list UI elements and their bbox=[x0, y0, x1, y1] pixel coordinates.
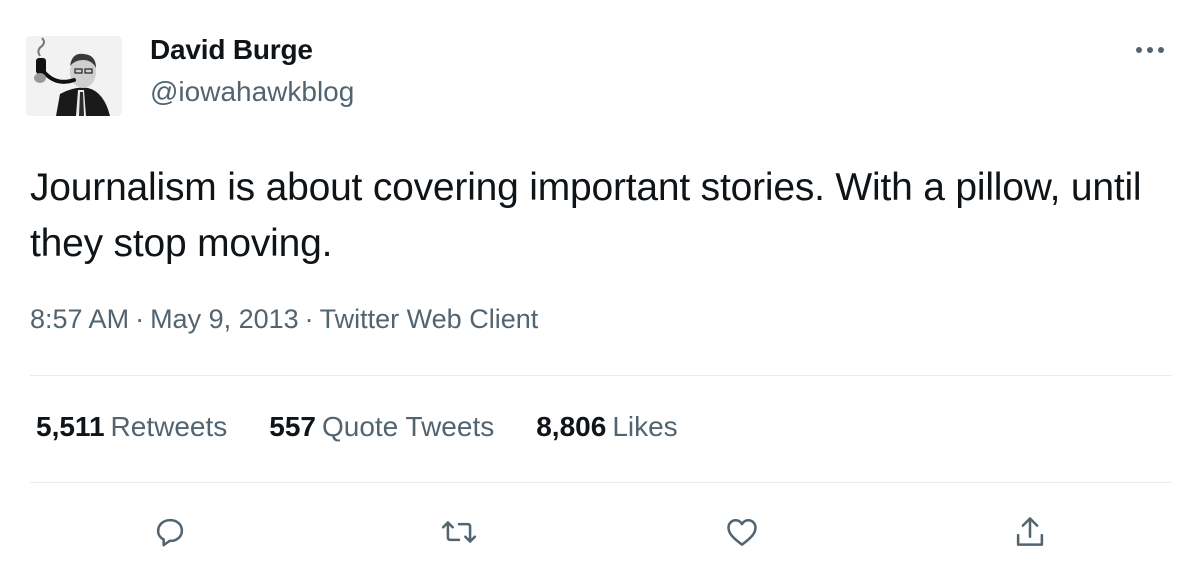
tweet-stats: 5,511 Retweets 557 Quote Tweets 8,806 Likes bbox=[36, 411, 720, 443]
tweet-text: Journalism is about covering important s… bbox=[30, 166, 1142, 265]
tweet-meta: 8:57 AM · May 9, 2013 · Twitter Web Client bbox=[30, 304, 538, 335]
stat-likes[interactable]: 8,806 Likes bbox=[536, 411, 677, 443]
tweet-client[interactable]: Twitter Web Client bbox=[320, 304, 539, 334]
share-icon bbox=[1016, 517, 1044, 546]
tweet-date[interactable]: May 9, 2013 bbox=[150, 304, 299, 334]
divider bbox=[30, 482, 1172, 483]
heart-icon bbox=[727, 519, 757, 546]
stat-label: Retweets bbox=[110, 411, 228, 442]
retweet-icon bbox=[441, 521, 477, 543]
author-handle[interactable]: @iowahawkblog bbox=[150, 76, 354, 108]
stat-quote-tweets[interactable]: 557 Quote Tweets bbox=[269, 411, 494, 443]
stat-label: Quote Tweets bbox=[321, 411, 495, 442]
tweet-card: David Burge @iowahawkblog Journalism is … bbox=[0, 0, 1200, 570]
stat-count: 8,806 bbox=[536, 411, 607, 442]
meta-separator: · bbox=[135, 304, 145, 334]
divider bbox=[30, 375, 1172, 376]
author-display-name[interactable]: David Burge bbox=[150, 34, 313, 66]
reply-button[interactable] bbox=[148, 510, 192, 554]
share-button[interactable] bbox=[1008, 510, 1052, 554]
stat-retweets[interactable]: 5,511 Retweets bbox=[36, 411, 227, 443]
tweet-time[interactable]: 8:57 AM bbox=[30, 304, 129, 334]
more-icon[interactable] bbox=[1132, 40, 1168, 60]
avatar[interactable] bbox=[26, 36, 122, 116]
stat-label: Likes bbox=[612, 411, 678, 442]
like-button[interactable] bbox=[720, 510, 764, 554]
meta-separator: · bbox=[304, 304, 314, 334]
retweet-button[interactable] bbox=[437, 510, 481, 554]
stat-count: 5,511 bbox=[36, 411, 105, 442]
reply-icon bbox=[156, 518, 184, 547]
stat-count: 557 bbox=[269, 411, 316, 442]
avatar-photo bbox=[26, 36, 122, 116]
